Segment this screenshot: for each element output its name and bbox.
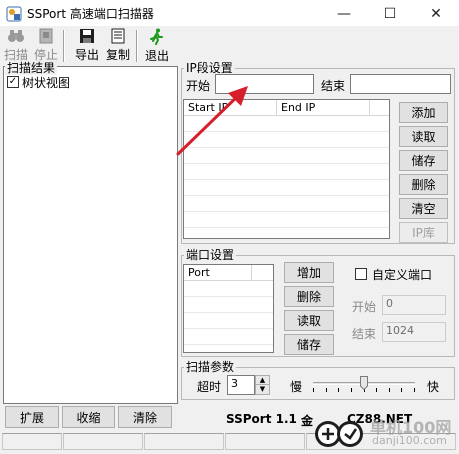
copy-document-icon (110, 28, 126, 47)
slider-tick (338, 388, 339, 392)
table-row (184, 212, 389, 228)
ip-settings-title: IP段设置 (184, 61, 235, 75)
clear-results-button[interactable]: 清除 (118, 406, 172, 428)
column-header-filler (370, 100, 389, 116)
copy-label: 复制 (105, 48, 130, 62)
table-row (184, 180, 389, 196)
red-arrow-annotation (176, 86, 248, 156)
expand-button[interactable]: 扩展 (5, 406, 59, 428)
port-start-input[interactable]: 0 (382, 295, 446, 315)
toolbar-separator (136, 30, 138, 62)
speed-slider-thumb[interactable] (360, 376, 368, 391)
version-text: SSPort 1.1 (226, 412, 297, 426)
watermark-url: danji100.com (372, 434, 447, 447)
scan-button[interactable]: 扫描 (3, 28, 29, 63)
copy-button[interactable]: 复制 (104, 28, 132, 63)
status-cell (225, 433, 305, 450)
scan-params-title: 扫描参数 (184, 360, 237, 374)
exit-label: 退出 (144, 49, 169, 63)
scan-results-tree[interactable] (3, 66, 178, 404)
port-settings-title: 端口设置 (184, 248, 237, 262)
table-row (184, 313, 273, 329)
window-title: SSPort 高速端口扫描器 (27, 7, 154, 21)
column-header-filler (252, 265, 273, 281)
fast-label: 快 (427, 380, 440, 394)
timeout-label: 超时 (197, 380, 222, 394)
timeout-spinner[interactable]: ▲ ▼ (255, 375, 270, 395)
column-header-port[interactable]: Port (184, 265, 252, 281)
slider-tick (414, 388, 415, 392)
exit-button[interactable]: 退出 (143, 28, 171, 63)
scan-results-title: 扫描结果 (5, 61, 58, 75)
read-port-button[interactable]: 读取 (284, 310, 334, 331)
floppy-disk-icon (79, 28, 95, 47)
stop-icon (38, 28, 54, 47)
status-cell (63, 433, 143, 450)
custom-port-checkbox[interactable] (355, 268, 367, 280)
slow-label: 慢 (290, 380, 303, 394)
port-start-label: 开始 (352, 300, 377, 314)
app-icon (6, 6, 22, 22)
slider-tick (326, 388, 327, 392)
custom-port-label: 自定义端口 (372, 268, 433, 282)
export-button[interactable]: 导出 (73, 28, 101, 63)
slider-tick (376, 388, 377, 392)
watermark-logo (314, 417, 366, 451)
save-ip-button[interactable]: 储存 (399, 150, 448, 171)
ip-library-button[interactable]: IP库 (399, 222, 448, 243)
port-table[interactable]: Port (183, 264, 274, 353)
checkmark-icon: ✓ (8, 76, 18, 87)
slider-tick (313, 388, 314, 392)
table-row (184, 164, 389, 180)
maximize-button[interactable]: ☐ (367, 0, 413, 27)
credits-text: 金 (301, 414, 314, 428)
clear-ip-button[interactable]: 清空 (399, 198, 448, 219)
tree-view-checkbox[interactable]: ✓ (7, 76, 19, 88)
status-cell (2, 433, 62, 450)
table-row (184, 281, 273, 297)
ip-end-label: 结束 (321, 79, 346, 93)
stop-button[interactable]: 停止 (33, 28, 59, 63)
running-man-icon (149, 28, 165, 48)
port-end-label: 结束 (352, 327, 377, 341)
status-cell (144, 433, 224, 450)
table-row (184, 329, 273, 345)
delete-port-button[interactable]: 删除 (284, 286, 334, 307)
collapse-button[interactable]: 收缩 (62, 406, 115, 428)
table-row (184, 297, 273, 313)
port-end-input[interactable]: 1024 (382, 322, 446, 342)
slider-tick (401, 388, 402, 392)
table-row (184, 196, 389, 212)
tree-view-label: 树状视图 (22, 76, 71, 90)
add-port-button[interactable]: 增加 (284, 262, 334, 283)
spin-down-icon[interactable]: ▼ (256, 385, 269, 394)
minimize-button[interactable]: — (321, 0, 367, 27)
export-label: 导出 (74, 48, 99, 62)
binoculars-icon (7, 28, 25, 47)
column-header-end-ip[interactable]: End IP (277, 100, 370, 116)
slider-tick (389, 388, 390, 392)
delete-ip-button[interactable]: 删除 (399, 174, 448, 195)
slider-tick (351, 388, 352, 392)
close-button[interactable]: ✕ (413, 0, 459, 27)
add-ip-button[interactable]: 添加 (399, 102, 448, 123)
timeout-input[interactable]: 3 (227, 375, 255, 395)
save-port-button[interactable]: 储存 (284, 334, 334, 355)
toolbar-separator (63, 30, 65, 62)
read-ip-button[interactable]: 读取 (399, 126, 448, 147)
spin-up-icon[interactable]: ▲ (256, 376, 269, 385)
ip-end-input[interactable] (350, 74, 451, 94)
